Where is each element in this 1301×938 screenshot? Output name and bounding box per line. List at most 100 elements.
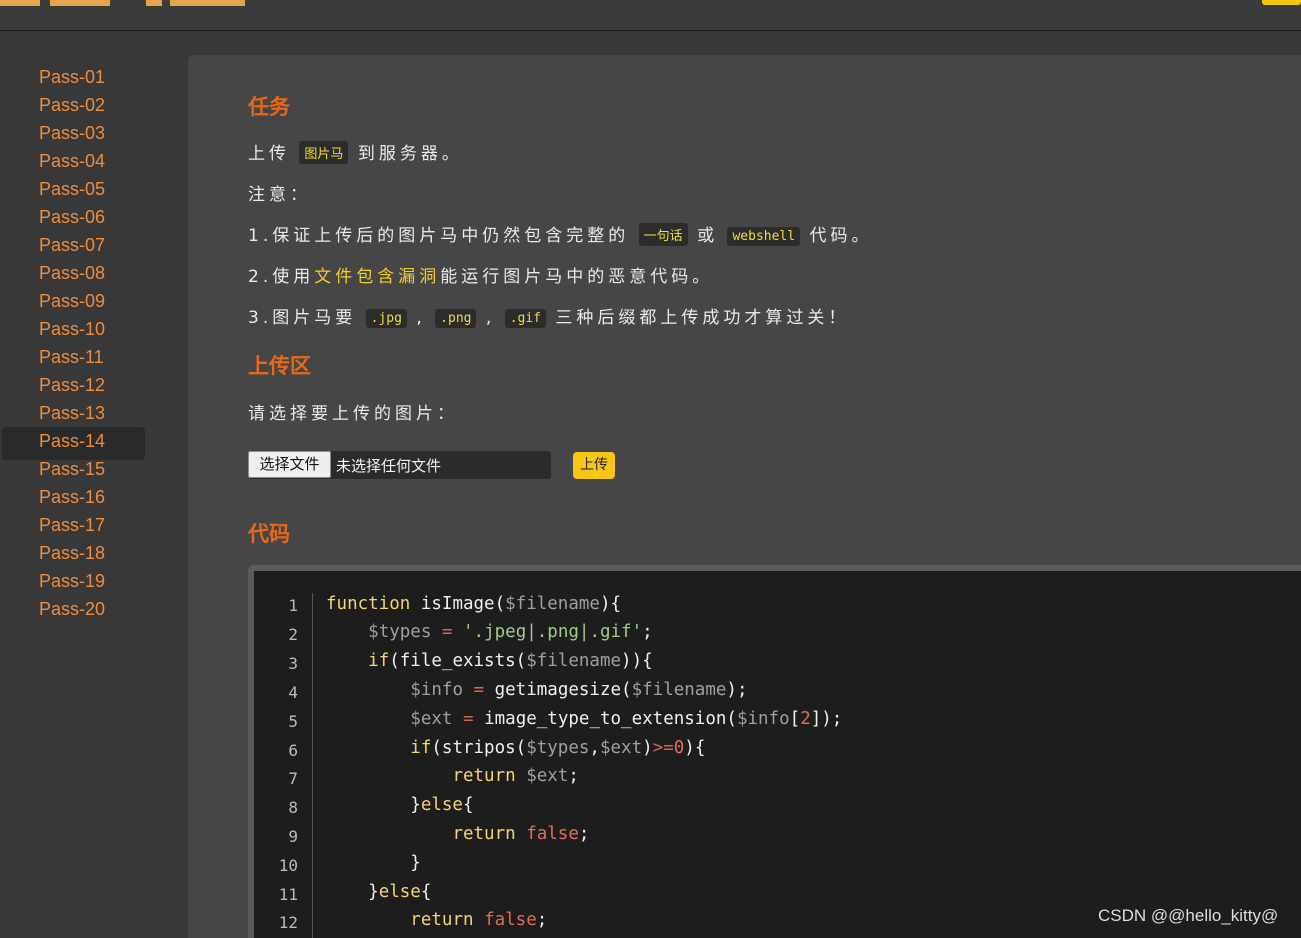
sidebar-item-pass-03[interactable]: Pass-03 [0, 119, 188, 147]
task-description: 上传 图片马 到服务器。 [248, 139, 463, 164]
text: 上传 [248, 144, 290, 164]
text: , [485, 308, 496, 328]
top-bar [0, 0, 1301, 31]
sidebar-link[interactable]: Pass-08 [39, 261, 105, 285]
sidebar-link[interactable]: Pass-11 [39, 345, 104, 369]
text: 代码。 [809, 226, 873, 246]
line-number: 2 [288, 625, 298, 644]
sidebar-item-pass-08[interactable]: Pass-08 [0, 259, 188, 287]
sidebar-item-pass-01[interactable]: Pass-01 [0, 63, 188, 91]
line-number: 8 [288, 798, 298, 817]
sidebar: Pass-01 Pass-02 Pass-03 Pass-04 Pass-05 … [0, 63, 188, 623]
sidebar-item-pass-13[interactable]: Pass-13 [0, 399, 188, 427]
sidebar-item-pass-04[interactable]: Pass-04 [0, 147, 188, 175]
code-line: $info = getimagesize($filename); [410, 680, 748, 700]
sidebar-link[interactable]: Pass-06 [39, 205, 105, 229]
code-line: $ext = image_type_to_extension($info[2])… [410, 709, 843, 729]
task-heading: 任务 [248, 95, 290, 119]
sidebar-link[interactable]: Pass-05 [39, 177, 105, 201]
sidebar-link[interactable]: Pass-20 [39, 597, 105, 621]
file-input[interactable]: 选择文件 未选择任何文件 [248, 451, 551, 479]
text: 到服务器。 [357, 144, 463, 164]
sidebar-item-pass-15[interactable]: Pass-15 [0, 455, 188, 483]
sidebar-item-pass-19[interactable]: Pass-19 [0, 567, 188, 595]
line-number: 9 [288, 827, 298, 846]
choose-file-button[interactable]: 选择文件 [248, 451, 331, 478]
tag-image-horse: 图片马 [299, 141, 349, 164]
tag-one-liner: 一句话 [638, 223, 688, 246]
text: 1.保证上传后的图片马中仍然包含完整的 [248, 226, 630, 246]
sidebar-item-pass-12[interactable]: Pass-12 [0, 371, 188, 399]
watermark: CSDN @@hello_kitty@ [1098, 906, 1279, 925]
text: 能运行图片马中的恶意代码。 [440, 267, 714, 287]
text: 三种后缀都上传成功才算过关！ [555, 308, 850, 328]
sidebar-item-pass-20[interactable]: Pass-20 [0, 595, 188, 623]
sidebar-item-pass-11[interactable]: Pass-11 [0, 343, 188, 371]
sidebar-item-pass-09[interactable]: Pass-09 [0, 287, 188, 315]
note-item-2: 2.使用文件包含漏洞能运行图片马中的恶意代码。 [248, 262, 713, 287]
sidebar-link[interactable]: Pass-07 [39, 233, 105, 257]
code-line: $types = '.jpeg|.png|.gif'; [368, 622, 653, 642]
tag-webshell: webshell [727, 227, 801, 246]
sidebar-item-pass-10[interactable]: Pass-10 [0, 315, 188, 343]
sidebar-link[interactable]: Pass-13 [39, 401, 105, 425]
top-button[interactable] [1262, 0, 1301, 5]
upload-heading: 上传区 [248, 354, 311, 378]
sidebar-link[interactable]: Pass-16 [39, 485, 105, 509]
sidebar-item-pass-18[interactable]: Pass-18 [0, 539, 188, 567]
text: 3.图片马要 [248, 308, 357, 328]
sidebar-item-pass-14[interactable]: Pass-14 [0, 427, 188, 460]
upload-prompt: 请选择要上传的图片： [248, 404, 458, 424]
sidebar-link[interactable]: Pass-10 [39, 317, 105, 341]
sidebar-item-pass-05[interactable]: Pass-05 [0, 175, 188, 203]
text: 或 [697, 226, 719, 246]
sidebar-link[interactable]: Pass-18 [39, 541, 105, 565]
sidebar-item-pass-16[interactable]: Pass-16 [0, 483, 188, 511]
code-line: return $ext; [452, 766, 579, 786]
note-item-3: 3.图片马要 .jpg , .png , .gif 三种后缀都上传成功才算过关！ [248, 303, 849, 328]
sidebar-link[interactable]: Pass-17 [39, 513, 105, 537]
sidebar-link[interactable]: Pass-19 [39, 569, 105, 593]
text: , [416, 308, 426, 328]
sidebar-link[interactable]: Pass-14 [39, 429, 105, 453]
code-line: if(file_exists($filename)){ [368, 651, 653, 671]
sidebar-item-pass-02[interactable]: Pass-02 [0, 91, 188, 119]
note-item-1: 1.保证上传后的图片马中仍然包含完整的 一句话 或 webshell 代码。 [248, 221, 873, 246]
code-line: }else{ [326, 795, 474, 815]
line-number: 12 [278, 913, 298, 932]
note-label: 注意： [248, 185, 311, 205]
line-number: 4 [288, 683, 298, 702]
upload-button[interactable]: 上传 [573, 452, 615, 479]
line-number: 7 [288, 769, 298, 788]
code-line: return false; [410, 910, 548, 930]
line-number: 10 [278, 856, 298, 875]
code-line: }else{ [326, 882, 432, 902]
gutter-divider [312, 593, 313, 938]
tag-png: .png [435, 309, 477, 328]
code-line: return false; [452, 824, 590, 844]
tag-gif: .gif [504, 309, 547, 328]
sidebar-link[interactable]: Pass-04 [39, 149, 105, 173]
line-number: 3 [288, 654, 298, 673]
sidebar-item-pass-06[interactable]: Pass-06 [0, 203, 188, 231]
sidebar-link[interactable]: Pass-02 [39, 93, 105, 117]
file-inclusion-link[interactable]: 文件包含漏洞 [314, 267, 440, 287]
line-number: 1 [288, 596, 298, 615]
line-number: 11 [278, 885, 298, 904]
text: 2.使用 [248, 267, 315, 287]
sidebar-link[interactable]: Pass-15 [39, 457, 105, 481]
code-line: } [326, 853, 421, 873]
sidebar-link[interactable]: Pass-09 [39, 289, 105, 313]
logo [0, 0, 245, 6]
sidebar-item-pass-17[interactable]: Pass-17 [0, 511, 188, 539]
sidebar-link[interactable]: Pass-12 [39, 373, 105, 397]
sidebar-link[interactable]: Pass-03 [39, 121, 105, 145]
line-number: 5 [288, 712, 298, 731]
sidebar-item-pass-07[interactable]: Pass-07 [0, 231, 188, 259]
code-line: function isImage($filename){ [326, 594, 622, 614]
line-number: 6 [288, 741, 298, 760]
no-file-text: 未选择任何文件 [336, 457, 442, 475]
sidebar-link[interactable]: Pass-01 [39, 65, 105, 89]
main-panel: 任务 上传 图片马 到服务器。 注意： 1.保证上传后的图片马中仍然包含完整的 … [188, 55, 1301, 938]
tag-jpg: .jpg [365, 309, 407, 328]
